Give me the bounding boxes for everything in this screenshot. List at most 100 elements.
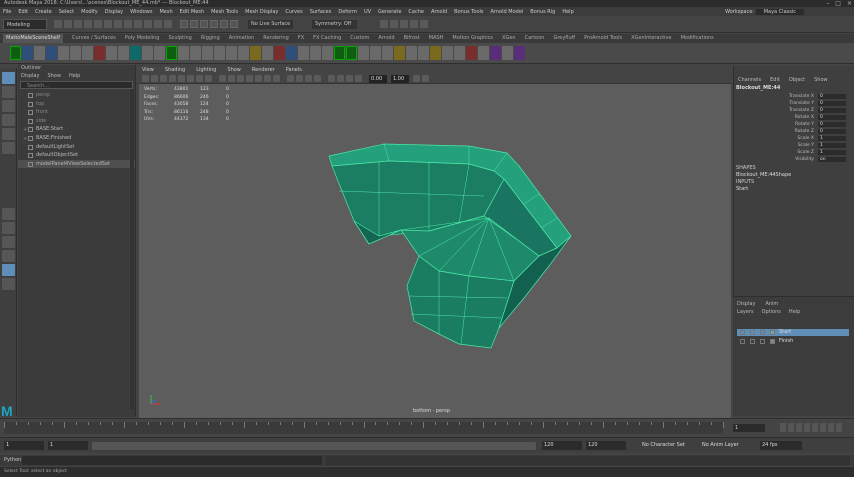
attr-value[interactable]: 1 <box>818 136 846 141</box>
shelf-tab-custom[interactable]: MattoMaleSceneShelf <box>3 34 64 43</box>
mesh-object[interactable] <box>139 66 731 418</box>
close-icon[interactable]: × <box>847 0 852 7</box>
open-scene-icon[interactable] <box>64 20 72 28</box>
attr-row[interactable]: Rotate X 0 <box>734 114 850 121</box>
live-surface-field[interactable]: No Live Surface <box>248 20 293 29</box>
input-name[interactable]: Start <box>736 186 748 192</box>
shelf-tab-fx[interactable]: FX <box>298 34 304 43</box>
command-input[interactable] <box>22 456 322 465</box>
menu-help[interactable]: Help <box>562 9 573 15</box>
outliner-scrollbar[interactable] <box>130 89 134 409</box>
circle-icon[interactable] <box>70 46 81 60</box>
box-icon[interactable] <box>82 46 93 60</box>
menu-arnold[interactable]: Arnold <box>431 9 447 15</box>
playback-toggle[interactable] <box>750 330 755 335</box>
pick-mask-2-icon[interactable] <box>144 20 152 28</box>
menu-arnold-model[interactable]: Arnold Model <box>491 9 524 15</box>
shelf-tab-fx-caching[interactable]: FX Caching <box>313 34 341 43</box>
outliner-row-lightset[interactable]: defaultLightSet <box>18 143 135 152</box>
menu-create[interactable]: Create <box>35 9 52 15</box>
menu-edit[interactable]: Edit <box>18 9 28 15</box>
snap-live-icon[interactable] <box>230 20 238 28</box>
menu-set-dropdown[interactable]: Modeling <box>3 19 47 30</box>
hypershade-icon[interactable] <box>410 20 418 28</box>
snap-view-icon[interactable] <box>210 20 218 28</box>
outliner-row-viewset[interactable]: modelPanel4ViewSelectedSet <box>18 159 135 169</box>
tool-42-icon[interactable] <box>502 46 513 60</box>
menu-file[interactable]: File <box>3 9 11 15</box>
lasso-tool-icon[interactable] <box>2 86 15 98</box>
menu-deform[interactable]: Deform <box>338 9 357 15</box>
expand-icon[interactable]: + <box>23 135 27 143</box>
menu-bonus-rig[interactable]: Bonus Rig <box>530 9 555 15</box>
layer-color-swatch[interactable] <box>770 330 775 335</box>
layer-tab-anim[interactable]: Anim <box>765 301 778 307</box>
shelf-tab-motion-graphics[interactable]: Motion Graphics <box>452 34 493 43</box>
layer-color-swatch[interactable] <box>770 339 775 344</box>
snap-curve-icon[interactable] <box>190 20 198 28</box>
outliner-row-objectset[interactable]: defaultObjectSet <box>18 151 135 160</box>
cb-menu-edit[interactable]: Edit <box>770 77 780 84</box>
layer-menu-help[interactable]: Help <box>789 309 800 315</box>
tool-38-icon[interactable] <box>454 46 465 60</box>
cylinder-icon[interactable] <box>202 46 213 60</box>
attr-value[interactable]: on <box>818 157 846 162</box>
minimize-icon[interactable]: – <box>826 0 829 7</box>
current-frame-field[interactable]: 1 <box>733 424 765 432</box>
shelf-tab-mash[interactable]: MASH <box>429 34 444 43</box>
shelf-tab-sculpting[interactable]: Sculpting <box>168 34 191 43</box>
outliner-row-top[interactable]: top <box>18 100 135 109</box>
type-icon[interactable] <box>106 46 117 60</box>
tool-32-icon[interactable] <box>382 46 393 60</box>
attr-value[interactable]: 0 <box>818 101 846 106</box>
mash-2-icon[interactable] <box>166 46 177 60</box>
character-set-dropdown[interactable]: No Character Set <box>640 441 690 450</box>
layer-row-finish[interactable]: Finish <box>737 338 849 345</box>
shelf-tab-rendering[interactable]: Rendering <box>263 34 289 43</box>
playback-end-field[interactable]: 120 <box>542 441 582 450</box>
menu-generate[interactable]: Generate <box>378 9 401 15</box>
tool-35-icon[interactable] <box>418 46 429 60</box>
shelf-tab-curves[interactable]: Curves / Surfaces <box>72 34 116 43</box>
attr-row[interactable]: Rotate Z 0 <box>734 128 850 135</box>
layer-row-start[interactable]: Start <box>737 329 849 336</box>
menu-mesh-display[interactable]: Mesh Display <box>245 9 278 15</box>
fps-dropdown[interactable]: 24 fps <box>760 441 802 450</box>
shape-name[interactable]: Blockout_ME:44Shape <box>736 172 791 178</box>
menu-select[interactable]: Select <box>59 9 74 15</box>
cone-icon[interactable] <box>214 46 225 60</box>
attr-value[interactable]: 1 <box>818 143 846 148</box>
symmetry-dropdown[interactable]: Symmetry: Off <box>312 20 357 29</box>
tool-26-icon[interactable] <box>310 46 321 60</box>
pick-mask-4-icon[interactable] <box>164 20 172 28</box>
attr-value[interactable]: 0 <box>818 108 846 113</box>
play-back-icon[interactable] <box>804 423 810 432</box>
ipr-render-icon[interactable] <box>390 20 398 28</box>
shelf-tab-bifrost[interactable]: Bifrost <box>404 34 420 43</box>
playback-start-field[interactable]: 1 <box>48 441 88 450</box>
tool-33-icon[interactable] <box>394 46 405 60</box>
shelf-tab-custom2[interactable]: Custom <box>350 34 369 43</box>
persp-outliner-icon[interactable] <box>2 264 15 276</box>
tool-30-icon[interactable] <box>358 46 369 60</box>
viewport-panel[interactable]: View Shading Lighting Show Renderer Pane… <box>139 66 731 418</box>
undo-icon[interactable] <box>84 20 92 28</box>
grid-icon[interactable] <box>34 46 45 60</box>
outliner-row-side[interactable]: side <box>18 117 135 126</box>
menu-mesh-tools[interactable]: Mesh Tools <box>211 9 238 15</box>
shelf-tab-modifications[interactable]: Modifications <box>681 34 714 43</box>
menu-mesh[interactable]: Mesh <box>159 9 172 15</box>
cb-menu-channels[interactable]: Channels <box>738 77 761 84</box>
display-type-toggle[interactable] <box>760 330 765 335</box>
outliner-menu-show[interactable]: Show <box>47 72 61 80</box>
menu-display[interactable]: Display <box>105 9 123 15</box>
range-end-field[interactable]: 120 <box>586 441 626 450</box>
menu-windows[interactable]: Windows <box>130 9 152 15</box>
outliner-search-input[interactable]: Search... <box>20 81 133 89</box>
layer-menu-layers[interactable]: Layers <box>737 309 754 315</box>
mash-4-icon[interactable] <box>346 46 357 60</box>
x-icon[interactable] <box>94 46 105 60</box>
visibility-toggle[interactable] <box>740 339 745 344</box>
render-view-icon[interactable] <box>420 20 428 28</box>
brush-icon[interactable] <box>142 46 153 60</box>
